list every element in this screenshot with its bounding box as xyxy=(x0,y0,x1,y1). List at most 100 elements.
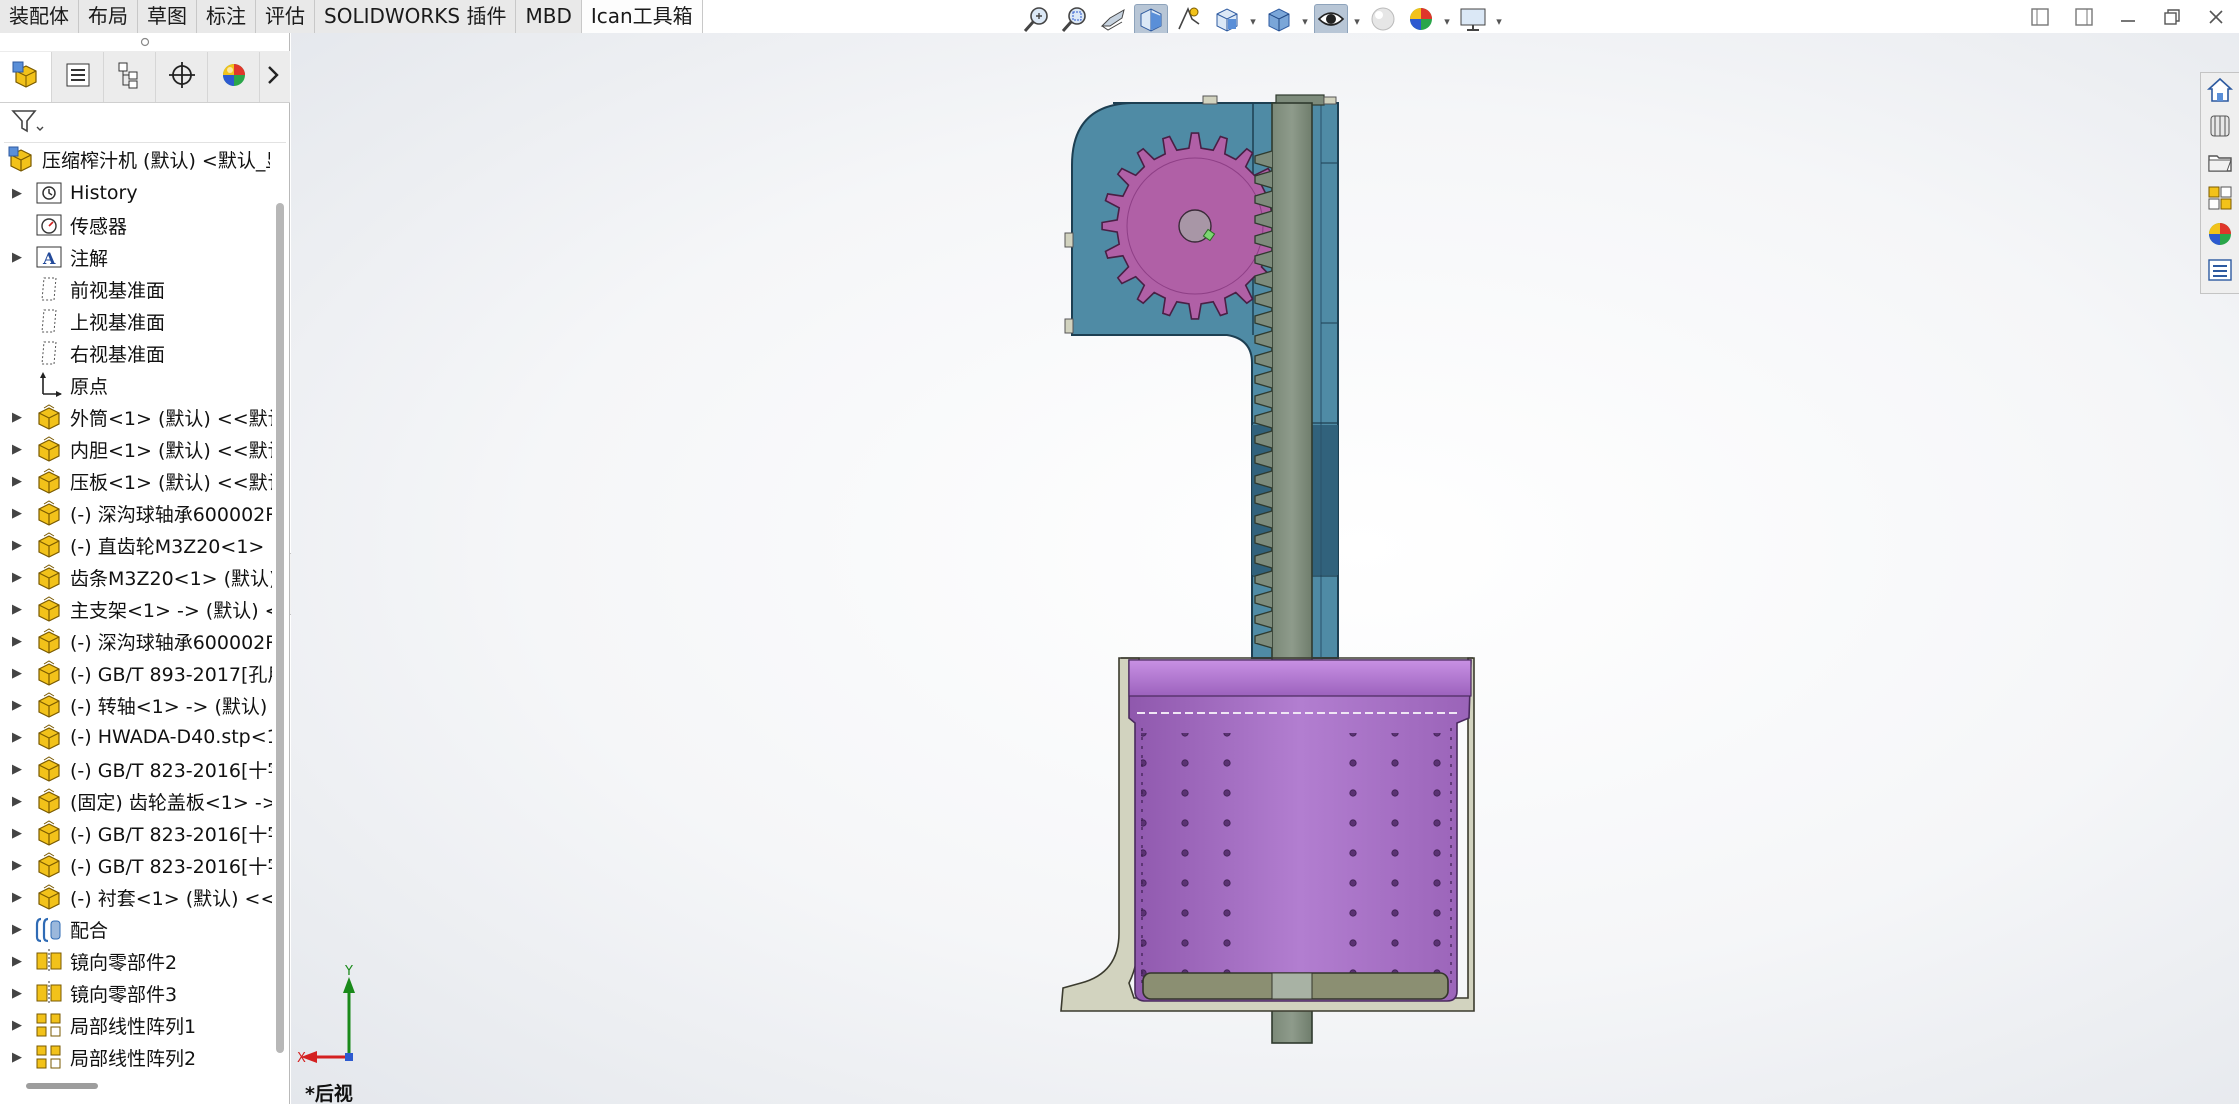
tree-item[interactable]: ▶ 镜向零部件3 xyxy=(0,977,272,1009)
expand-arrow-icon[interactable]: ▶ xyxy=(0,698,34,713)
part-icon xyxy=(34,818,64,848)
expand-arrow-icon[interactable]: ▶ xyxy=(0,442,34,457)
tree-item[interactable]: ▶ A 注解 xyxy=(0,241,272,273)
tree-item[interactable]: ▶ 局部线性阵列2 xyxy=(0,1041,272,1073)
part-icon xyxy=(34,690,64,720)
configuration-manager-tab[interactable] xyxy=(104,51,156,102)
expand-arrow-icon[interactable]: ▶ xyxy=(0,794,34,809)
press-plate[interactable] xyxy=(1142,972,1449,1000)
assembly-root-node[interactable]: 压缩榨汁机 (默认) <默认_显示 xyxy=(0,143,270,175)
expand-arrow-icon[interactable]: ▶ xyxy=(0,1018,34,1033)
tree-item[interactable]: ▶ 主支架<1> -> (默认) << xyxy=(0,593,272,625)
tree-item[interactable]: ▶ (-) HWADA-D40.stp<1> xyxy=(0,721,272,753)
part-icon xyxy=(34,562,64,592)
expand-arrow-icon[interactable]: ▶ xyxy=(0,634,34,649)
panel-grip[interactable] xyxy=(0,33,290,51)
plane-icon xyxy=(34,274,64,304)
custom-properties-tab[interactable] xyxy=(2204,257,2236,287)
expand-arrow-icon[interactable]: ▶ xyxy=(0,538,34,553)
expand-arrow-icon[interactable]: ▶ xyxy=(0,666,34,681)
plane-icon xyxy=(34,338,64,368)
tree-item[interactable]: ▶ 配合 xyxy=(0,913,272,945)
sensor-icon xyxy=(34,210,64,240)
more-tabs-button[interactable] xyxy=(260,52,286,102)
minimize-button[interactable] xyxy=(2115,6,2141,32)
expand-arrow-icon[interactable]: ▶ xyxy=(0,954,34,969)
tree-vertical-scrollbar[interactable] xyxy=(276,203,284,1053)
tree-item-label: (固定) 齿轮盖板<1> -> xyxy=(70,791,272,814)
tree-item[interactable]: 传感器 xyxy=(0,209,272,241)
tree-item[interactable]: 前视基准面 xyxy=(0,273,272,305)
filter-icon[interactable] xyxy=(10,108,44,140)
command-tab[interactable]: 评估 xyxy=(256,0,315,33)
command-tab[interactable]: MBD xyxy=(516,0,582,33)
tree-item[interactable]: ▶ (-) 转轴<1> -> (默认) < xyxy=(0,689,272,721)
design-library-tab[interactable] xyxy=(2204,113,2236,143)
expand-arrow-icon[interactable]: ▶ xyxy=(0,986,34,1001)
tree-item[interactable]: ▶ (-) 直齿轮M3Z20<1> (默 xyxy=(0,529,272,561)
tree-item[interactable]: 右视基准面 xyxy=(0,337,272,369)
graphics-area[interactable]: Y X *后视 xyxy=(291,33,2239,1104)
command-tab[interactable]: Ican工具箱 xyxy=(581,0,703,33)
expand-arrow-icon[interactable]: ▶ xyxy=(0,474,34,489)
restore-button[interactable] xyxy=(2159,6,2185,32)
expand-arrow-icon[interactable]: ▶ xyxy=(0,250,34,265)
dimxpert-tab[interactable] xyxy=(156,51,208,102)
file-explorer-tab[interactable] xyxy=(2204,149,2236,179)
expand-arrow-icon[interactable]: ▶ xyxy=(0,506,34,521)
close-button[interactable] xyxy=(2203,6,2229,32)
expand-arrow-icon[interactable]: ▶ xyxy=(0,570,34,585)
tree-item[interactable]: ▶ 压板<1> (默认) <<默认> xyxy=(0,465,272,497)
tree-item-label: (-) 转轴<1> -> (默认) < xyxy=(70,695,272,718)
command-tab[interactable]: 布局 xyxy=(79,0,138,33)
juicer-section-model[interactable] xyxy=(291,33,2239,1104)
tree-item-label: 配合 xyxy=(70,919,109,942)
expand-arrow-icon[interactable]: ▶ xyxy=(0,1050,34,1065)
assembly-root-label: 压缩榨汁机 (默认) <默认_显示 xyxy=(42,149,270,172)
tree-item[interactable]: ▶ 镜向零部件2 xyxy=(0,945,272,977)
tree-item[interactable]: ▶ 齿条M3Z20<1> (默认) < xyxy=(0,561,272,593)
command-tab[interactable]: 标注 xyxy=(197,0,256,33)
tree-item-label: 外筒<1> (默认) <<默认> xyxy=(70,407,272,430)
expand-arrow-icon[interactable]: ▶ xyxy=(0,890,34,905)
tree-item[interactable]: ▶ (-) 衬套<1> (默认) <<默 xyxy=(0,881,272,913)
solidworks-resources-tab[interactable] xyxy=(2204,77,2236,107)
command-tab[interactable]: SOLIDWORKS 插件 xyxy=(315,0,517,33)
tree-item[interactable]: ▶ (固定) 齿轮盖板<1> -> xyxy=(0,785,272,817)
view-palette-tab[interactable] xyxy=(2204,185,2236,215)
command-tab[interactable]: 草图 xyxy=(138,0,197,33)
minimize-icon xyxy=(2118,7,2138,31)
expand-arrow-icon[interactable]: ▶ xyxy=(0,858,34,873)
inner-basket[interactable] xyxy=(1128,659,1472,1002)
tree-item[interactable]: ▶ (-) GB/T 893-2017[孔用 xyxy=(0,657,272,689)
expand-arrow-icon[interactable]: ▶ xyxy=(0,922,34,937)
tree-item[interactable]: ▶ (-) GB/T 823-2016[十字 xyxy=(0,753,272,785)
property-manager-tab[interactable] xyxy=(52,51,104,102)
tile-right-button[interactable] xyxy=(2071,6,2097,32)
expand-arrow-icon[interactable]: ▶ xyxy=(0,730,34,745)
tree-item[interactable]: ▶ 外筒<1> (默认) <<默认> xyxy=(0,401,272,433)
display-manager-tab[interactable] xyxy=(208,51,260,102)
expand-arrow-icon[interactable]: ▶ xyxy=(0,602,34,617)
tree-item[interactable]: 原点 xyxy=(0,369,272,401)
tree-item[interactable]: ▶ 内胆<1> (默认) <<默认> xyxy=(0,433,272,465)
expand-arrow-icon[interactable]: ▶ xyxy=(0,826,34,841)
tree-item[interactable]: ▶ (-) GB/T 823-2016[十字 xyxy=(0,849,272,881)
tree-item[interactable]: ▶ (-) GB/T 823-2016[十字 xyxy=(0,817,272,849)
tree-item[interactable]: ▶ History xyxy=(0,177,272,209)
tree-item[interactable]: 上视基准面 xyxy=(0,305,272,337)
expand-arrow-icon[interactable]: ▶ xyxy=(0,186,34,201)
appearances-scenes-tab[interactable] xyxy=(2204,221,2236,251)
tree-filter[interactable] xyxy=(4,105,286,143)
tree-item[interactable]: ▶ (-) 深沟球轴承600002RZ xyxy=(0,497,272,529)
expand-arrow-icon[interactable]: ▶ xyxy=(0,410,34,425)
command-tab[interactable]: 装配体 xyxy=(0,0,79,33)
tree-item[interactable]: ▶ 局部线性阵列1 xyxy=(0,1009,272,1041)
appearances-scenes-icon xyxy=(2206,220,2234,252)
feature-manager-tab[interactable] xyxy=(0,51,52,102)
tree-horizontal-scrollbar[interactable] xyxy=(26,1083,98,1089)
tile-left-button[interactable] xyxy=(2027,6,2053,32)
tree-item[interactable]: ▶ (-) 深沟球轴承600002RZ xyxy=(0,625,272,657)
expand-arrow-icon[interactable]: ▶ xyxy=(0,762,34,777)
tree-item-label: 原点 xyxy=(70,375,109,398)
